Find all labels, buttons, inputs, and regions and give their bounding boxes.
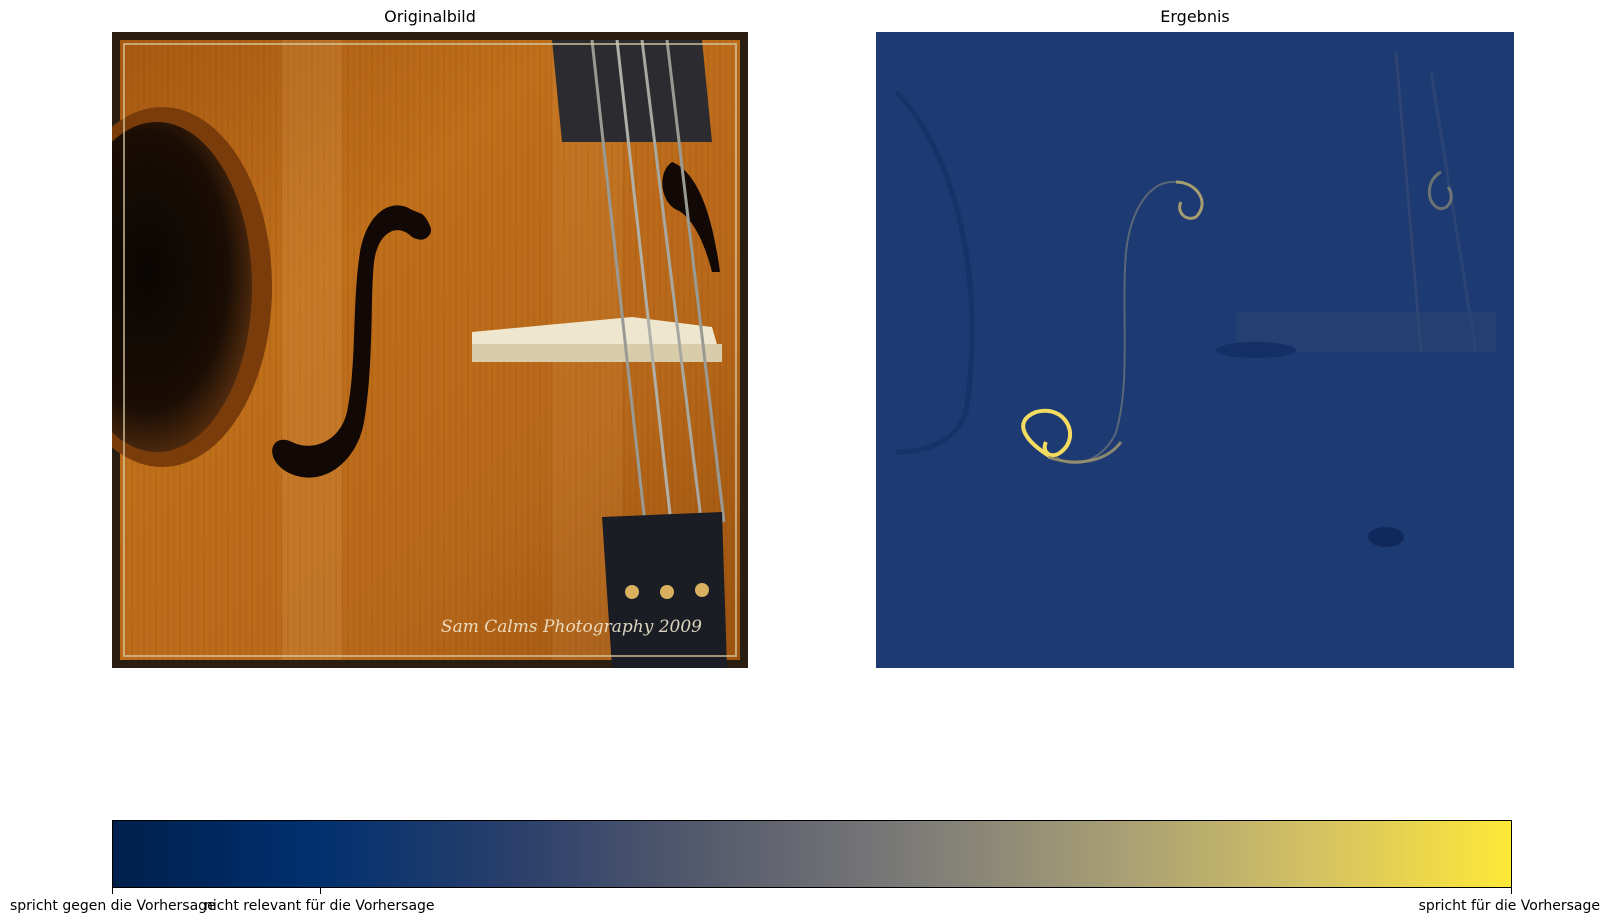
result-heatmap <box>876 32 1514 668</box>
original-image-title: Originalbild <box>384 7 476 26</box>
colorbar-label-neutral: nicht relevant für die Vorhersage <box>204 898 435 914</box>
colorbar <box>112 820 1512 888</box>
colorbar-label-positive: spricht für die Vorhersage <box>1418 898 1600 914</box>
original-image: Sam Calms Photography 2009 <box>112 32 748 668</box>
photo-watermark: Sam Calms Photography 2009 <box>441 617 702 637</box>
colorbar-tick-positive <box>1511 888 1512 894</box>
colorbar-tick-negative <box>112 888 113 894</box>
result-image-title: Ergebnis <box>1160 7 1230 26</box>
colorbar-tick-neutral <box>320 888 321 894</box>
colorbar-label-negative: spricht gegen die Vorhersage <box>10 898 216 914</box>
